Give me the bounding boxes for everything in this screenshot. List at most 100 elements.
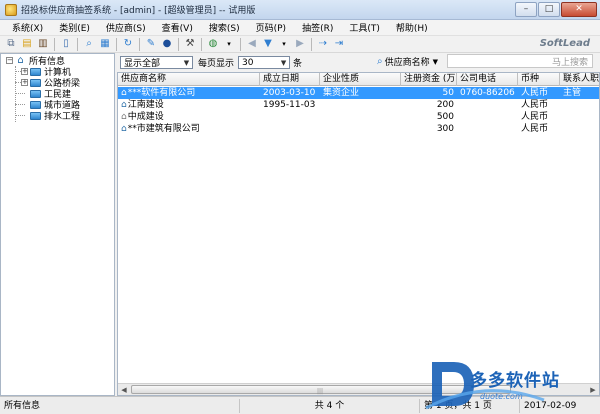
- cell-capital: 200: [436, 100, 454, 110]
- cell-nature: [320, 111, 401, 123]
- import-icon[interactable]: ⇢: [316, 37, 330, 51]
- table-row[interactable]: ⌂江南建设 1995-11-03 200 人民币: [118, 99, 599, 111]
- globe-icon[interactable]: ◍: [206, 37, 220, 51]
- chevron-down-icon: ▼: [183, 58, 190, 67]
- expand-icon[interactable]: +: [21, 79, 28, 86]
- cell-capital: 300: [436, 124, 454, 134]
- tools-icon[interactable]: ⚒: [183, 37, 197, 51]
- category-tree: − ⌂ 所有信息 + 计算机 + 公路桥梁 工民建 城市道路 排水工程: [0, 53, 115, 396]
- cell-name: ⌂**市建筑有限公司: [121, 124, 200, 134]
- supplier-table: 供应商名称 成立日期 企业性质 注册资金 (万) 公司电话 币种 联系人职 ⌂*…: [117, 72, 600, 396]
- column-header-capital[interactable]: 注册资金 (万): [401, 73, 457, 86]
- cell-date: 1995-11-03: [263, 100, 316, 110]
- expand-icon[interactable]: +: [21, 68, 28, 75]
- search-icon: ⌕: [377, 56, 383, 67]
- table-row[interactable]: ⌂***软件有限公司 2003-03-10 集资企业 50 0760-86206…: [118, 87, 599, 99]
- display-filter-value: 显示全部: [124, 59, 161, 69]
- record-icon[interactable]: ●: [160, 37, 174, 51]
- cell-phone: [457, 99, 518, 111]
- toolbar-separator: [139, 37, 140, 51]
- cell-currency: 人民币: [521, 112, 549, 122]
- status-count: 共 4 个: [240, 398, 420, 413]
- chevron-down-icon: ▼: [432, 57, 439, 66]
- tree-connector: [15, 93, 25, 94]
- toolbar: ⧉ ▤ ▥ ▯ ⌕ ▦ ↻ ✎ ● ⚒ ◍ ▾ ◀ ▼ ▾ ▶ ⇢ ⇥: [0, 36, 600, 53]
- column-header-date[interactable]: 成立日期: [260, 73, 320, 86]
- column-header-phone[interactable]: 公司电话: [457, 73, 518, 86]
- cell-name: ⌂***软件有限公司: [121, 88, 196, 98]
- toolbar-separator: [77, 37, 78, 51]
- menu-category[interactable]: 类别(E): [51, 21, 98, 34]
- house-icon: ⌂: [121, 100, 127, 110]
- watermark-url: duote.com: [480, 392, 523, 401]
- status-date: 2017-02-09: [524, 400, 577, 411]
- menu-view[interactable]: 查看(V): [154, 21, 201, 34]
- menu-search[interactable]: 搜索(S): [201, 21, 248, 34]
- house-icon: ⌂: [121, 88, 127, 98]
- grid-icon[interactable]: ▦: [98, 37, 112, 51]
- menu-supplier[interactable]: 供应商(S): [98, 21, 154, 34]
- menu-tools[interactable]: 工具(T): [341, 21, 388, 34]
- collapse-icon[interactable]: −: [6, 57, 13, 64]
- dropdown-arrow-icon[interactable]: ▾: [277, 37, 291, 51]
- column-header-contact[interactable]: 联系人职: [560, 73, 599, 86]
- title-bar: 招投标供应商抽签系统 - [admin] - [超级管理员] -- 试用版 – …: [0, 0, 600, 20]
- house-icon: ⌂: [121, 124, 127, 134]
- scrollbar-thumb[interactable]: |||: [131, 385, 511, 395]
- close-button[interactable]: ✕: [561, 2, 597, 17]
- menu-help[interactable]: 帮助(H): [388, 21, 436, 34]
- folder-icon: [30, 100, 41, 109]
- table-row[interactable]: ⌂**市建筑有限公司 300 人民币: [118, 123, 599, 135]
- column-header-nature[interactable]: 企业性质: [320, 73, 401, 86]
- search-input[interactable]: 马上搜索: [447, 54, 593, 68]
- minimize-button[interactable]: –: [515, 2, 537, 17]
- per-page-value: 30: [242, 57, 254, 68]
- home-icon: ⌂: [17, 55, 24, 66]
- copy-icon[interactable]: ⧉: [4, 37, 18, 51]
- table-row[interactable]: ⌂中成建设 500 人民币: [118, 111, 599, 123]
- menu-page[interactable]: 页码(P): [248, 21, 294, 34]
- edit-icon[interactable]: ✎: [144, 37, 158, 51]
- per-page-select[interactable]: 30 ▼: [238, 56, 291, 69]
- cell-currency: 人民币: [521, 100, 549, 110]
- maximize-button[interactable]: □: [538, 2, 560, 17]
- toolbar-separator: [240, 37, 241, 51]
- document-icon[interactable]: ▯: [59, 37, 73, 51]
- search-field-selector[interactable]: ⌕ 供应商名称 ▼: [377, 55, 438, 68]
- dropdown-arrow-icon[interactable]: ▾: [222, 37, 236, 51]
- display-filter-select[interactable]: 显示全部 ▼: [120, 56, 193, 69]
- tree-connector: [15, 66, 16, 122]
- prev-icon[interactable]: ◀: [245, 37, 259, 51]
- cell-contact: [560, 123, 599, 135]
- menu-draw[interactable]: 抽签(R): [294, 21, 341, 34]
- export-icon[interactable]: ⇥: [332, 37, 346, 51]
- search-field-value: 供应商名称: [384, 58, 430, 68]
- cell-name: ⌂江南建设: [121, 100, 164, 110]
- cell-contact: [560, 111, 599, 123]
- per-page-label: 每页显示: [198, 59, 235, 69]
- tree-connector: [15, 115, 25, 116]
- brand-logo: SoftLead: [539, 38, 590, 49]
- menu-system[interactable]: 系统(X): [4, 21, 51, 34]
- note-icon[interactable]: ▤: [20, 37, 34, 51]
- refresh-icon[interactable]: ↻: [121, 37, 135, 51]
- tree-item-drainage[interactable]: 排水工程: [30, 110, 81, 122]
- column-header-name[interactable]: 供应商名称: [118, 73, 260, 86]
- scroll-right-icon[interactable]: ▶: [587, 384, 599, 395]
- down-icon[interactable]: ▼: [261, 37, 275, 51]
- next-icon[interactable]: ▶: [293, 37, 307, 51]
- app-icon: [5, 3, 17, 16]
- cell-capital: 50: [442, 88, 454, 98]
- chevron-down-icon: ▼: [280, 58, 287, 67]
- cell-phone: 0760-86206: [460, 88, 515, 98]
- column-header-currency[interactable]: 币种: [518, 73, 560, 86]
- cell-phone: [457, 123, 518, 135]
- grip-icon: |||: [317, 388, 324, 395]
- search-icon[interactable]: ⌕: [82, 37, 96, 51]
- menu-bar: 系统(X) 类别(E) 供应商(S) 查看(V) 搜索(S) 页码(P) 抽签(…: [0, 20, 600, 36]
- tree-item-label: 排水工程: [44, 112, 81, 122]
- scroll-left-icon[interactable]: ◀: [118, 384, 130, 395]
- cell-contact: [560, 99, 599, 111]
- toolbar-separator: [116, 37, 117, 51]
- clipboard-icon[interactable]: ▥: [36, 37, 50, 51]
